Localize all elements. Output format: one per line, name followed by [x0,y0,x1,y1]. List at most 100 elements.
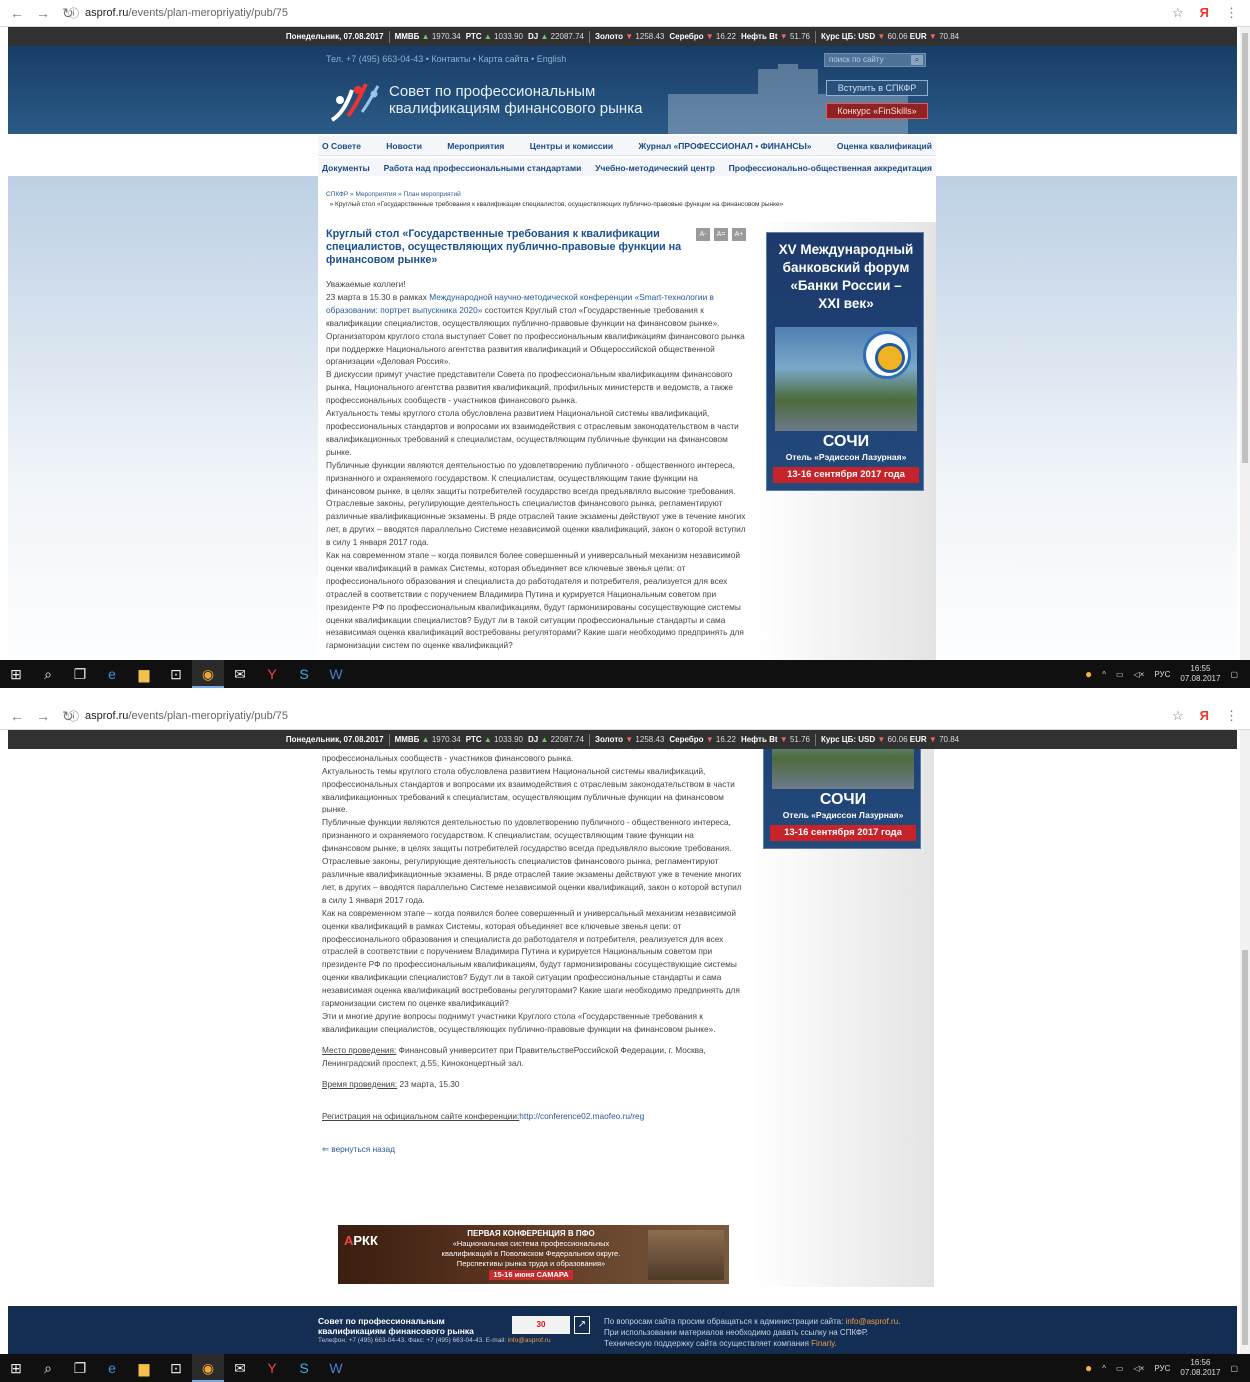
bookmark-star-icon[interactable]: ☆ [1172,5,1184,21]
paragraph-6: Как на современном этапе – когда появилс… [326,550,744,651]
chrome-icon[interactable]: ◉ [192,660,224,688]
arkk-logo: АРКК [344,1233,378,1248]
menu-item-about[interactable]: О Совете [322,141,361,151]
forward-icon[interactable]: → [36,5,50,22]
font-reset-button[interactable]: A= [714,228,728,241]
arkk-conference-banner[interactable]: АРКК ПЕРВАЯ КОНФЕРЕНЦИЯ В ПФО «Националь… [338,1225,729,1284]
menu-dots-icon[interactable]: ⋮ [1225,708,1238,724]
notification-app-icon[interactable]: ● [1085,1361,1092,1375]
menu-item-documents[interactable]: Документы [322,163,370,173]
windows-start-icon[interactable]: ⊞ [0,660,32,688]
url-host: asprof.ru [85,7,129,19]
yandex-browser-icon[interactable]: Y [256,1354,288,1382]
scrollbar-thumb[interactable] [1242,950,1248,1345]
word-icon[interactable]: W [320,1354,352,1382]
info-icon[interactable]: ⓘ [68,5,79,21]
finskills-contest-button[interactable]: Конкурс «FinSkills» [826,103,928,119]
market-ticker: Понедельник, 07.08.2017 ММВБ ▲ 1970.34 Р… [8,27,1237,46]
visitor-counter[interactable]: 30 [512,1316,570,1334]
file-explorer-icon[interactable]: ▆ [128,660,160,688]
menu-item-assessment[interactable]: Оценка квалификаций [837,141,932,151]
input-language[interactable]: РУС [1154,1364,1170,1373]
address-bar[interactable]: ⓘ asprof.ru/events/plan-meropriyatiy/pub… [64,3,1172,24]
breadcrumb-link-events[interactable]: Мероприятия [355,191,396,198]
menu-item-journal[interactable]: Журнал «ПРОФЕССИОНАЛ • ФИНАНСЫ» [638,141,811,151]
task-view-icon[interactable]: ❐ [64,660,96,688]
font-decrease-button[interactable]: A- [696,228,710,241]
menu-item-training-center[interactable]: Учебно-методический центр [595,163,715,173]
page-scrollbar[interactable] [1240,27,1250,660]
bookmark-star-icon[interactable]: ☆ [1172,708,1184,724]
ticker-item-oil: Нефть Bt ▼ 51.76 [740,32,810,41]
action-center-icon[interactable]: ▢ [1230,1364,1238,1373]
word-icon[interactable]: W [320,660,352,688]
support-company-link[interactable]: Finariy [811,1339,834,1348]
store-icon[interactable]: ⊡ [160,660,192,688]
volume-icon[interactable]: ◁× [1134,670,1145,679]
ticker-item-mmvb: ММВБ ▲ 1970.34 [394,32,461,41]
header-contacts[interactable]: Тел. +7 (495) 663-04-43 • Контакты • Кар… [326,54,566,64]
menu-dots-icon[interactable]: ⋮ [1225,5,1238,21]
system-tray: ● ^ ▭ ◁× РУС 16:55 07.08.2017 ▢ [1085,664,1250,684]
yandex-extension-icon[interactable]: Я [1200,5,1209,21]
site-title[interactable]: Совет по профессиональным квалификациям … [389,83,642,117]
file-explorer-icon[interactable]: ▆ [128,1354,160,1382]
edge-browser-icon[interactable]: e [96,1354,128,1382]
back-link[interactable]: ⇐ вернуться назад [322,1144,395,1154]
font-increase-button[interactable]: A+ [732,228,746,241]
search-icon[interactable]: ⌕ [32,1354,64,1382]
skype-icon[interactable]: S [288,660,320,688]
search-icon[interactable]: ⌕ [911,55,923,65]
breadcrumb: СПКФР » Мероприятия » План мероприятий »… [326,191,784,208]
search-icon[interactable]: ⌕ [32,660,64,688]
breadcrumb-link-home[interactable]: СПКФР [326,191,348,198]
article-body: Уважаемые коллеги! 23 марта в 15.30 в ра… [326,278,748,652]
menu-item-news[interactable]: Новости [386,141,422,151]
forward-icon[interactable]: → [36,708,50,725]
menu-item-standards[interactable]: Работа над профессиональными стандартами [384,163,582,173]
browser-window-bottom: XV Международный банковский форум «Банки… [0,703,1250,1382]
menu-item-centers[interactable]: Центры и комиссии [530,141,613,151]
registration-link[interactable]: http://conference02.maofeo.ru/reg [519,1111,644,1121]
network-icon[interactable]: ▭ [1116,670,1124,679]
paragraph-7: Эти и многие другие вопросы поднимут уча… [322,1010,716,1034]
notification-app-icon[interactable]: ● [1085,667,1092,681]
search-input[interactable]: поиск по сайту ⌕ [824,53,926,67]
task-view-icon[interactable]: ❐ [64,1354,96,1382]
greeting: Уважаемые коллеги! [326,279,406,289]
site-logo-icon[interactable] [326,76,384,126]
yandex-extension-icon[interactable]: Я [1200,708,1209,724]
mail-icon[interactable]: ✉ [224,1354,256,1382]
system-clock[interactable]: 16:56 07.08.2017 [1180,1358,1220,1378]
scrollbar-thumb[interactable] [1242,33,1248,463]
banking-forum-banner[interactable]: XV Международный банковский форум «Банки… [766,232,924,491]
venue: Место проведения: Финансовый университет… [322,1044,706,1068]
chrome-icon[interactable]: ◉ [192,1354,224,1382]
breadcrumb-link-plan[interactable]: План мероприятий [403,191,460,198]
info-icon[interactable]: ⓘ [68,708,79,724]
menu-item-events[interactable]: Мероприятия [447,141,504,151]
windows-start-icon[interactable]: ⊞ [0,1354,32,1382]
yandex-browser-icon[interactable]: Y [256,660,288,688]
volume-icon[interactable]: ◁× [1134,1364,1145,1373]
address-bar[interactable]: ⓘ asprof.ru/events/plan-meropriyatiy/pub… [64,706,1172,727]
input-language[interactable]: РУС [1154,670,1170,679]
mail-icon[interactable]: ✉ [224,660,256,688]
paragraph-6: Как на современном этапе – когда появилс… [322,907,740,1009]
page-scrollbar-2[interactable] [1240,730,1250,1354]
network-icon[interactable]: ▭ [1116,1364,1124,1373]
skype-icon[interactable]: S [288,1354,320,1382]
edge-browser-icon[interactable]: e [96,660,128,688]
footer-email-link[interactable]: info@asprof.ru [508,1337,551,1344]
back-icon[interactable]: ← [10,708,24,725]
menu-item-accreditation[interactable]: Профессионально-общественная аккредитаци… [729,163,932,173]
external-arrow-icon[interactable]: ↗ [574,1316,590,1334]
join-button[interactable]: Вступить в СПКФР [826,80,928,96]
action-center-icon[interactable]: ▢ [1230,670,1238,679]
admin-email-link[interactable]: info@asprof.ru [846,1317,899,1326]
tray-up-arrow-icon[interactable]: ^ [1102,670,1106,679]
back-icon[interactable]: ← [10,5,24,22]
system-clock[interactable]: 16:55 07.08.2017 [1180,664,1220,684]
tray-up-arrow-icon[interactable]: ^ [1102,1364,1106,1373]
store-icon[interactable]: ⊡ [160,1354,192,1382]
